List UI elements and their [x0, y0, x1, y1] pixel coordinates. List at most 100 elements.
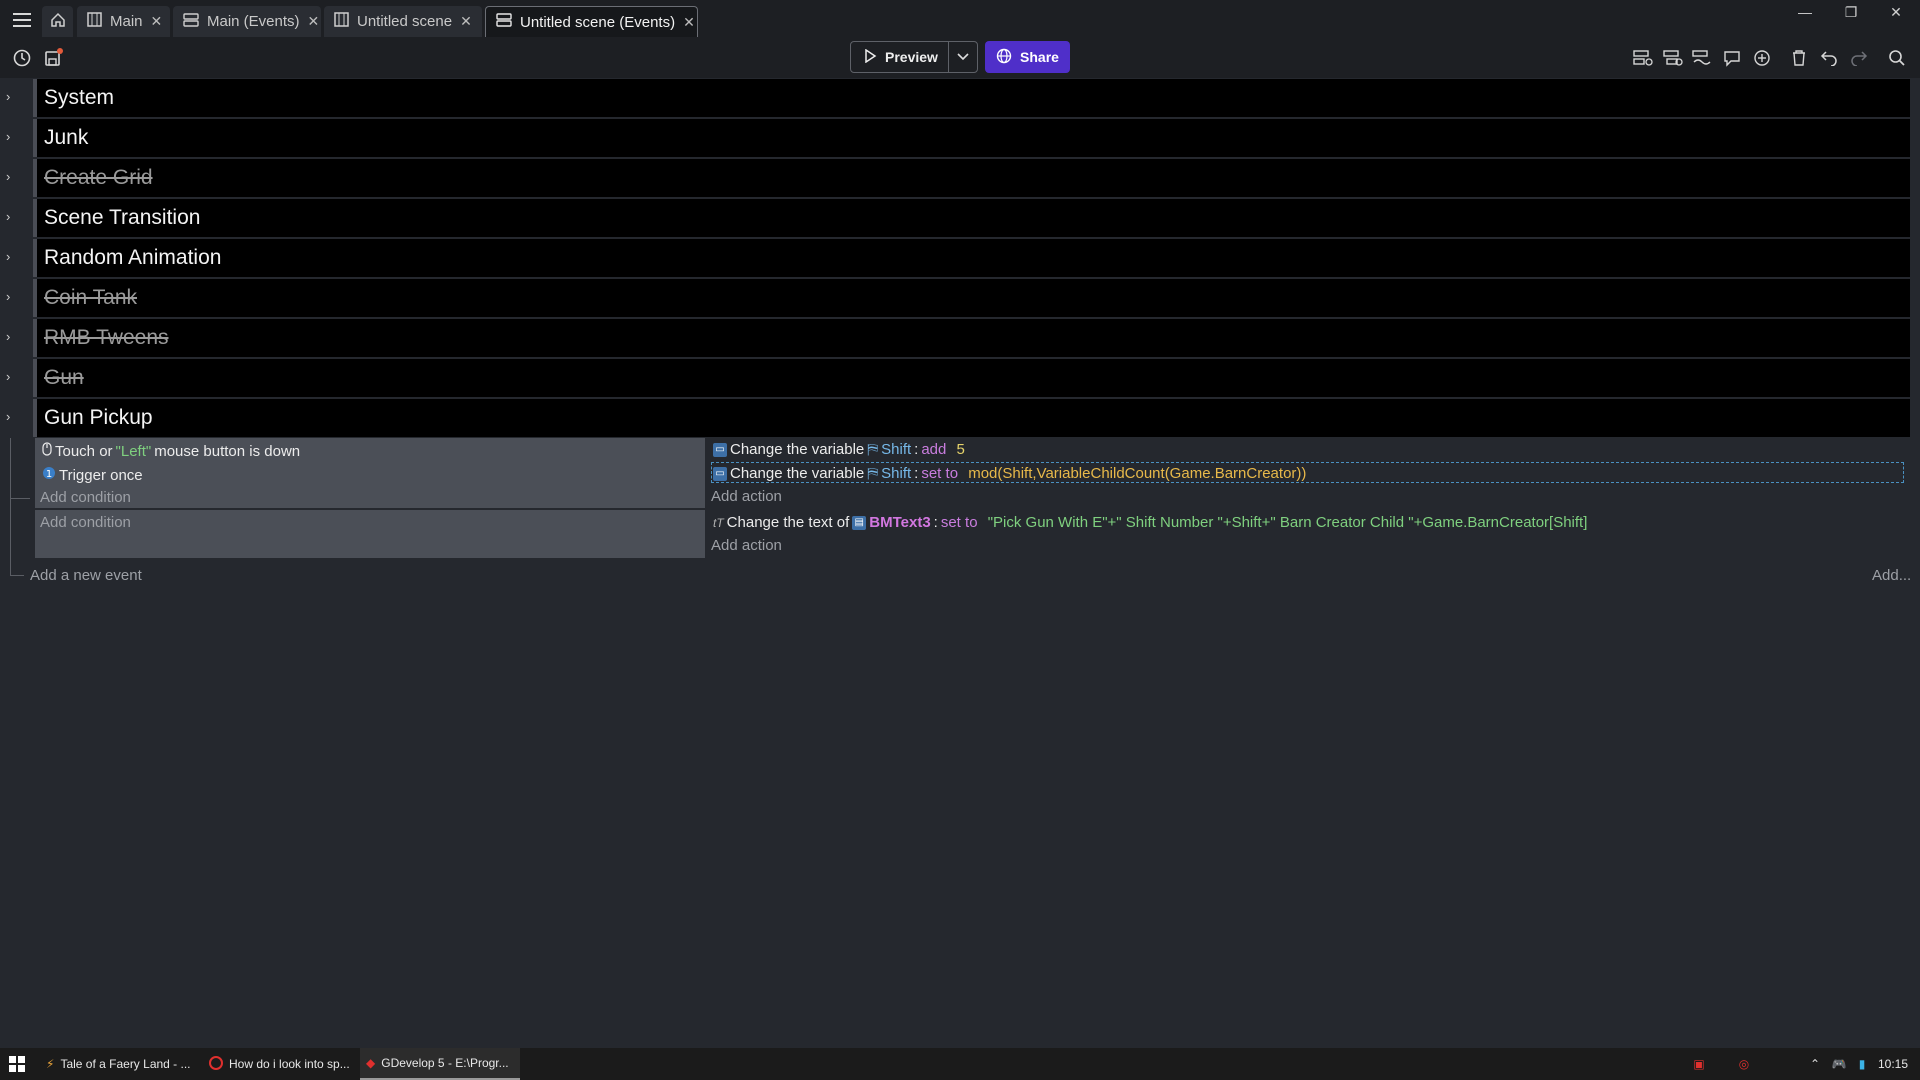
- chevron-right-icon[interactable]: ›: [6, 409, 18, 425]
- chevron-right-icon[interactable]: ›: [6, 249, 18, 265]
- search-icon[interactable]: [1886, 47, 1908, 69]
- group-event[interactable]: › Create Grid: [0, 159, 1910, 197]
- clock[interactable]: 10:15: [1878, 1057, 1908, 1071]
- group-event[interactable]: › Gun: [0, 359, 1910, 397]
- group-event[interactable]: › Coin Tank: [0, 279, 1910, 317]
- svg-text:1: 1: [46, 469, 52, 480]
- chevron-right-icon[interactable]: ›: [6, 329, 18, 345]
- group-title[interactable]: Random Animation: [33, 239, 1910, 277]
- tab-untitled-scene-events[interactable]: Untitled scene (Events) ✕: [485, 6, 698, 37]
- add-other-event-icon[interactable]: [1691, 47, 1713, 69]
- events-sheet: › System › Junk › Create Grid › Scene Tr…: [0, 78, 1920, 1048]
- add-action-link[interactable]: Add action: [711, 488, 782, 505]
- hamburger-menu-icon[interactable]: [10, 8, 34, 32]
- add-more-link[interactable]: Add...: [1872, 567, 1911, 584]
- share-label: Share: [1020, 49, 1059, 65]
- minimize-icon[interactable]: —: [1783, 0, 1827, 24]
- taskbar-item[interactable]: ◆ GDevelop 5 - E:\Progr...: [360, 1048, 520, 1080]
- preview-label: Preview: [885, 49, 938, 65]
- group-title[interactable]: Coin Tank: [33, 279, 1910, 317]
- play-icon: [863, 48, 877, 66]
- tree-guide: [10, 498, 30, 499]
- chevron-right-icon[interactable]: ›: [6, 289, 18, 305]
- chevron-down-icon: [957, 48, 969, 66]
- events-icon: [183, 12, 199, 31]
- share-button[interactable]: Share: [985, 41, 1070, 73]
- network-tray-icon[interactable]: ▮: [1854, 1056, 1870, 1072]
- tab-main[interactable]: Main ✕: [77, 6, 170, 37]
- tab-untitled-scene[interactable]: Untitled scene ✕: [324, 6, 482, 37]
- group-title[interactable]: Junk: [33, 119, 1910, 157]
- close-tab-icon[interactable]: ✕: [683, 14, 695, 31]
- opera-gx-tray-icon[interactable]: ◎: [1736, 1056, 1752, 1072]
- tab-main-events[interactable]: Main (Events) ✕: [173, 6, 321, 37]
- conditions-panel[interactable]: [35, 510, 705, 558]
- add-comment-icon[interactable]: [1721, 47, 1743, 69]
- add-condition-link[interactable]: Add condition: [40, 514, 131, 531]
- condition-row[interactable]: 1 Trigger once: [42, 466, 143, 484]
- antivirus-tray-icon[interactable]: ▣: [1691, 1056, 1707, 1072]
- add-new-event-link[interactable]: Add a new event: [30, 567, 142, 584]
- group-title[interactable]: System: [33, 79, 1910, 117]
- os-taskbar: ⚡ Tale of a Faery Land - ... How do i lo…: [0, 1048, 1920, 1080]
- redo-icon[interactable]: [1848, 47, 1870, 69]
- taskbar-item[interactable]: How do i look into sp...: [203, 1048, 355, 1080]
- add-sub-event-icon[interactable]: [1662, 47, 1684, 69]
- group-event[interactable]: › Random Animation: [0, 239, 1910, 277]
- add-condition-link[interactable]: Add condition: [40, 489, 131, 506]
- undo-icon[interactable]: [1818, 47, 1840, 69]
- condition-row[interactable]: Touch or "Left" mouse button is down: [42, 442, 300, 460]
- group-title[interactable]: Create Grid: [33, 159, 1910, 197]
- add-circle-icon[interactable]: [1751, 47, 1773, 69]
- tab-label: Untitled scene (Events): [520, 13, 676, 31]
- group-event[interactable]: › Gun Pickup: [0, 399, 1910, 437]
- group-event[interactable]: › System: [0, 79, 1910, 117]
- add-event-icon[interactable]: [1632, 47, 1654, 69]
- group-title[interactable]: RMB Tweens: [33, 319, 1910, 357]
- delete-icon[interactable]: [1788, 47, 1810, 69]
- windows-start-icon[interactable]: [9, 1056, 25, 1072]
- gdevelop-icon: ◆: [366, 1056, 376, 1070]
- chevron-right-icon[interactable]: ›: [6, 129, 18, 145]
- bitmap-text-object-icon: ▤: [852, 515, 867, 530]
- history-icon[interactable]: [10, 46, 34, 70]
- tree-guide: [10, 438, 11, 576]
- group-title[interactable]: Gun: [33, 359, 1910, 397]
- text-icon: tT: [713, 515, 724, 530]
- group-event[interactable]: › Junk: [0, 119, 1910, 157]
- group-title[interactable]: Gun Pickup: [33, 399, 1910, 437]
- restore-icon[interactable]: ❐: [1829, 0, 1873, 24]
- group-title[interactable]: Scene Transition: [33, 199, 1910, 237]
- tab-label: Untitled scene: [357, 13, 453, 30]
- preview-main[interactable]: Preview: [851, 42, 949, 72]
- opera-icon: [209, 1055, 223, 1073]
- group-event[interactable]: › Scene Transition: [0, 199, 1910, 237]
- chevron-right-icon[interactable]: ›: [6, 89, 18, 105]
- chevron-right-icon[interactable]: ›: [6, 369, 18, 385]
- action-row[interactable]: ▭ Change the variable ⛿ Shift: set to mod…: [713, 465, 1306, 482]
- global-variable-icon: ⛿: [867, 465, 879, 482]
- chevron-right-icon[interactable]: ›: [6, 209, 18, 225]
- chevron-up-icon[interactable]: ⌃: [1807, 1056, 1823, 1072]
- close-tab-icon[interactable]: ✕: [460, 13, 472, 30]
- title-bar: Main ✕ Main (Events) ✕ Untitled scene ✕ …: [0, 0, 1920, 39]
- add-action-link[interactable]: Add action: [711, 537, 782, 554]
- group-event[interactable]: › RMB Tweens: [0, 319, 1910, 357]
- taskbar-item[interactable]: ⚡ Tale of a Faery Land - ...: [40, 1048, 198, 1080]
- action-row[interactable]: tT Change the text of ▤ BMText3: set to …: [713, 514, 1587, 531]
- preview-button[interactable]: Preview: [850, 41, 978, 73]
- global-variable-icon: ⛿: [867, 441, 879, 458]
- tab-home[interactable]: [42, 6, 73, 37]
- action-row[interactable]: ▭ Change the variable ⛿ Shift: add 5: [713, 441, 965, 458]
- gamepad-tray-icon[interactable]: 🎮: [1831, 1056, 1847, 1072]
- close-tab-icon[interactable]: ✕: [151, 13, 163, 30]
- variable-icon: ▭: [713, 442, 727, 457]
- preview-dropdown[interactable]: [949, 48, 977, 66]
- close-tab-icon[interactable]: ✕: [308, 13, 320, 30]
- save-icon[interactable]: [41, 46, 65, 70]
- close-window-icon[interactable]: ✕: [1874, 0, 1918, 24]
- trigger-once-icon: 1: [42, 466, 56, 484]
- events-icon: [496, 13, 512, 31]
- chevron-right-icon[interactable]: ›: [6, 169, 18, 185]
- scene-icon: [87, 12, 102, 31]
